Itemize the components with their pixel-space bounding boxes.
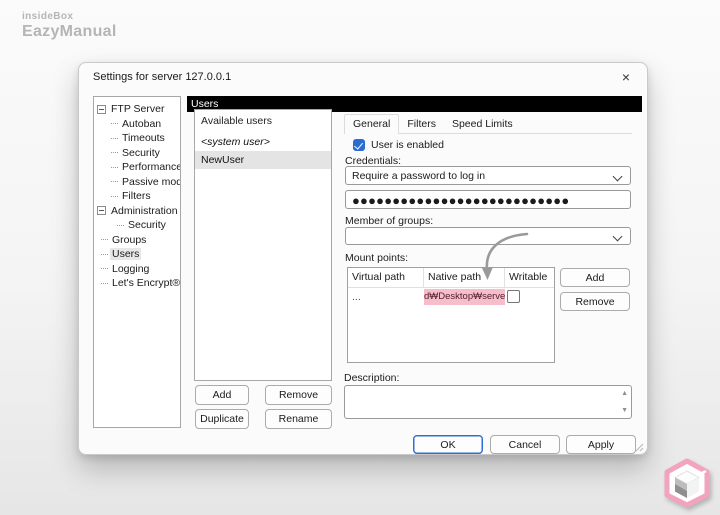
tree-connector	[111, 195, 118, 197]
ok-button[interactable]: OK	[413, 435, 483, 454]
writable-checkbox[interactable]	[507, 290, 520, 303]
user-enabled-label: User is enabled	[371, 139, 444, 151]
dialog-title: Settings for server 127.0.0.1	[93, 71, 232, 83]
settings-tree: FTP Server Autoban Timeouts Security Per…	[93, 96, 181, 428]
tree-connector	[111, 123, 118, 125]
mount-points-table[interactable]: Virtual path Native path Writable ... d₩…	[347, 267, 555, 363]
col-native-path: Native path	[424, 268, 505, 287]
user-enabled-row[interactable]: User is enabled	[347, 139, 444, 151]
tree-item-admin-security[interactable]: Security	[94, 218, 180, 233]
tree-item-filters[interactable]: Filters	[94, 189, 180, 204]
add-user-button[interactable]: Add	[195, 385, 249, 405]
scroll-up-icon[interactable]: ▲	[621, 390, 628, 397]
tab-general[interactable]: General	[344, 114, 400, 134]
tab-filters[interactable]: Filters	[399, 115, 444, 133]
tree-connector	[101, 253, 108, 255]
list-item-system-user[interactable]: <system user>	[195, 133, 331, 151]
tree-connector	[111, 152, 118, 154]
description-label: Description:	[344, 372, 400, 384]
native-path-edit-cell[interactable]: d₩Desktop₩server	[424, 288, 505, 305]
col-writable: Writable	[509, 271, 548, 283]
credentials-value: Require a password to log in	[352, 169, 486, 182]
tree-item-users[interactable]: Users	[94, 247, 180, 262]
member-groups-label: Member of groups:	[345, 215, 434, 227]
mount-table-row[interactable]: ... d₩Desktop₩server	[348, 288, 554, 305]
tree-connector	[101, 268, 108, 270]
tree-item-groups[interactable]: Groups	[94, 233, 180, 248]
mount-points-label: Mount points:	[345, 252, 409, 264]
tree-item-lets-encrypt[interactable]: Let's Encrypt®	[94, 276, 180, 291]
mount-table-header: Virtual path Native path Writable	[348, 268, 554, 288]
brand-line2: EazyManual	[22, 23, 117, 40]
settings-dialog: Settings for server 127.0.0.1 × FTP Serv…	[78, 62, 648, 455]
chevron-down-icon	[612, 231, 623, 242]
collapse-icon[interactable]	[97, 104, 106, 114]
scroll-down-icon[interactable]: ▼	[621, 407, 628, 414]
list-item-newuser[interactable]: NewUser	[195, 151, 331, 169]
user-enabled-checkbox[interactable]	[353, 139, 365, 151]
rename-user-button[interactable]: Rename	[265, 409, 332, 429]
watermark-cube-icon	[664, 458, 710, 508]
chevron-down-icon	[612, 171, 623, 182]
password-field[interactable]: ●●●●●●●●●●●●●●●●●●●●●●●●●●●	[345, 190, 631, 209]
tree-item-passive-mode[interactable]: Passive mode	[94, 175, 180, 190]
tree-connector	[117, 224, 124, 226]
tree-item-administration[interactable]: Administration	[94, 204, 180, 219]
tree-item-logging[interactable]: Logging	[94, 262, 180, 277]
remove-mount-button[interactable]: Remove	[560, 292, 630, 311]
resize-grip-icon[interactable]	[635, 443, 644, 452]
member-groups-select[interactable]	[345, 227, 631, 245]
tree-connector	[111, 166, 118, 168]
tree-item-autoban[interactable]: Autoban	[94, 117, 180, 132]
tree-item-ftp-server[interactable]: FTP Server	[94, 102, 180, 117]
tree-item-security[interactable]: Security	[94, 146, 180, 161]
add-mount-button[interactable]: Add	[560, 268, 630, 287]
cancel-button[interactable]: Cancel	[490, 435, 560, 454]
close-icon[interactable]: ×	[617, 68, 635, 86]
duplicate-user-button[interactable]: Duplicate	[195, 409, 249, 429]
tree-connector	[111, 137, 118, 139]
apply-button[interactable]: Apply	[566, 435, 636, 454]
brand-logo: insideBox EazyManual	[22, 11, 117, 41]
tree-connector	[101, 239, 108, 241]
writable-cell[interactable]	[505, 290, 554, 303]
tree-connector	[111, 181, 118, 183]
col-virtual-path: Virtual path	[348, 268, 424, 287]
detail-tabs: General Filters Speed Limits	[344, 114, 632, 134]
dialog-titlebar[interactable]: Settings for server 127.0.0.1 ×	[79, 63, 647, 93]
available-users-title: Available users	[201, 115, 273, 127]
tree-connector	[101, 282, 108, 284]
virtual-path-cell[interactable]: ...	[348, 291, 424, 303]
tree-item-performance[interactable]: Performance	[94, 160, 180, 175]
tree-item-timeouts[interactable]: Timeouts	[94, 131, 180, 146]
brand-line1: insideBox	[22, 11, 74, 22]
description-textarea[interactable]: ▲ ▼	[344, 385, 632, 419]
password-mask: ●●●●●●●●●●●●●●●●●●●●●●●●●●●	[352, 193, 570, 208]
tab-speed-limits[interactable]: Speed Limits	[444, 115, 521, 133]
remove-user-button[interactable]: Remove	[265, 385, 332, 405]
available-users-list[interactable]: Available users <system user> NewUser	[194, 109, 332, 381]
credentials-select[interactable]: Require a password to log in	[345, 166, 631, 185]
collapse-icon[interactable]	[97, 206, 106, 216]
